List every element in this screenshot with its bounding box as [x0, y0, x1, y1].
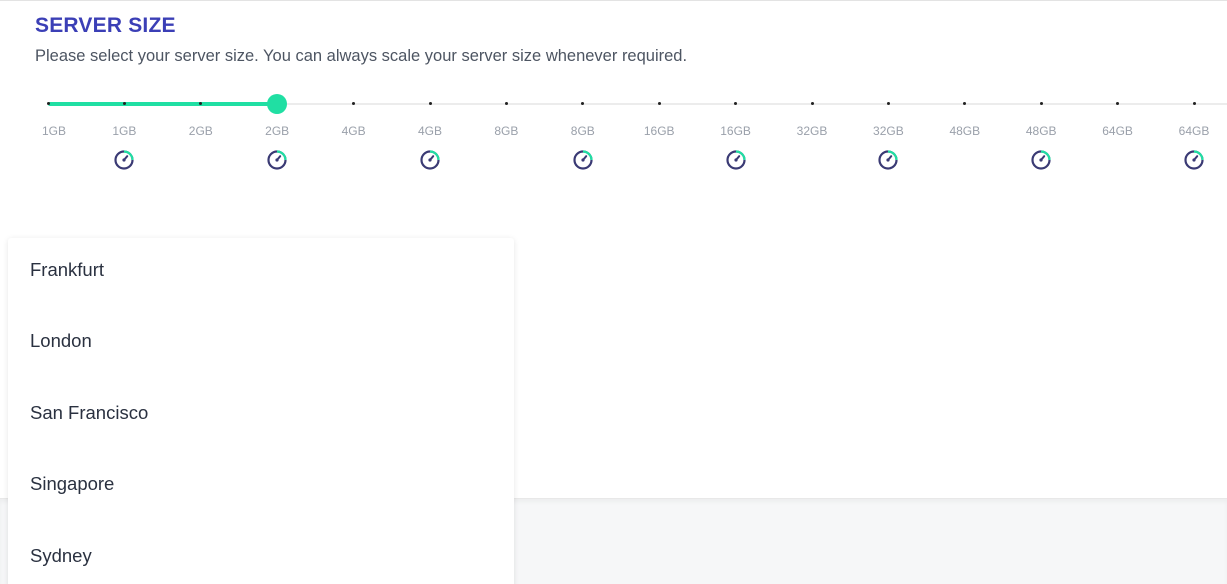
- slider-tick-label: 2GB: [265, 124, 290, 138]
- location-dropdown-menu: Frankfurt London San Francisco Singapore…: [8, 238, 514, 584]
- speedometer-gauge-icon: [572, 149, 594, 171]
- slider-tick-label: 4GB: [341, 124, 366, 138]
- dropdown-item-san-francisco[interactable]: San Francisco: [30, 402, 148, 424]
- slider-tick-label: 2GB: [188, 124, 213, 138]
- dropdown-item-frankfurt[interactable]: Frankfurt: [30, 259, 104, 281]
- slider-tick-label: 64GB: [1102, 124, 1133, 138]
- slider-tick-label: 16GB: [643, 124, 675, 138]
- slider-tick-label: 1GB: [41, 124, 66, 138]
- slider-tick[interactable]: [1192, 102, 1196, 105]
- slider-tick-label: 32GB: [796, 124, 828, 138]
- speedometer-gauge-icon: [419, 149, 441, 171]
- slider-tick-label: 32GB: [873, 124, 904, 138]
- slider-tick-label: 64GB: [1178, 124, 1210, 138]
- dropdown-item-singapore[interactable]: Singapore: [30, 473, 114, 495]
- slider-tick-label: 1GB: [112, 124, 137, 138]
- slider-tick[interactable]: [122, 102, 126, 105]
- slider-tick[interactable]: [504, 102, 508, 105]
- slider-tick[interactable]: [1039, 102, 1043, 105]
- server-size-page: SERVER SIZE Please select your server si…: [0, 0, 1227, 584]
- slider-tick-label: 48GB: [1025, 124, 1057, 138]
- slider-tick[interactable]: [428, 102, 432, 105]
- slider-tick[interactable]: [46, 102, 50, 105]
- speedometer-gauge-icon: [1183, 149, 1205, 171]
- slider-tick-label: 16GB: [720, 124, 751, 138]
- slider-tick[interactable]: [657, 102, 661, 105]
- slider-tick-label: 4GB: [417, 124, 442, 138]
- speedometer-gauge-icon: [725, 149, 747, 171]
- slider-tick[interactable]: [810, 102, 814, 105]
- page-title: SERVER SIZE: [35, 14, 176, 37]
- slider-tick[interactable]: [886, 102, 890, 105]
- speedometer-gauge-icon: [1030, 149, 1052, 171]
- server-size-slider[interactable]: 1GB 1GB 2GB 2GB 4GB 4GB 8GB 8GB 16GB 16GB 32GB 32GB…: [0, 91, 1227, 181]
- speedometer-gauge-icon: [113, 149, 135, 171]
- slider-handle[interactable]: [267, 94, 288, 114]
- slider-tick-label: 48GB: [949, 124, 981, 138]
- speedometer-gauge-icon: [266, 149, 288, 171]
- dropdown-item-sydney[interactable]: Sydney: [30, 545, 92, 567]
- speedometer-gauge-icon: [877, 149, 899, 171]
- dropdown-item-london[interactable]: London: [30, 330, 92, 352]
- slider-tick-label: 8GB: [494, 124, 519, 138]
- page-subtitle: Please select your server size. You can …: [35, 47, 688, 65]
- slider-fill: [48, 102, 278, 106]
- slider-tick-label: 8GB: [570, 124, 595, 138]
